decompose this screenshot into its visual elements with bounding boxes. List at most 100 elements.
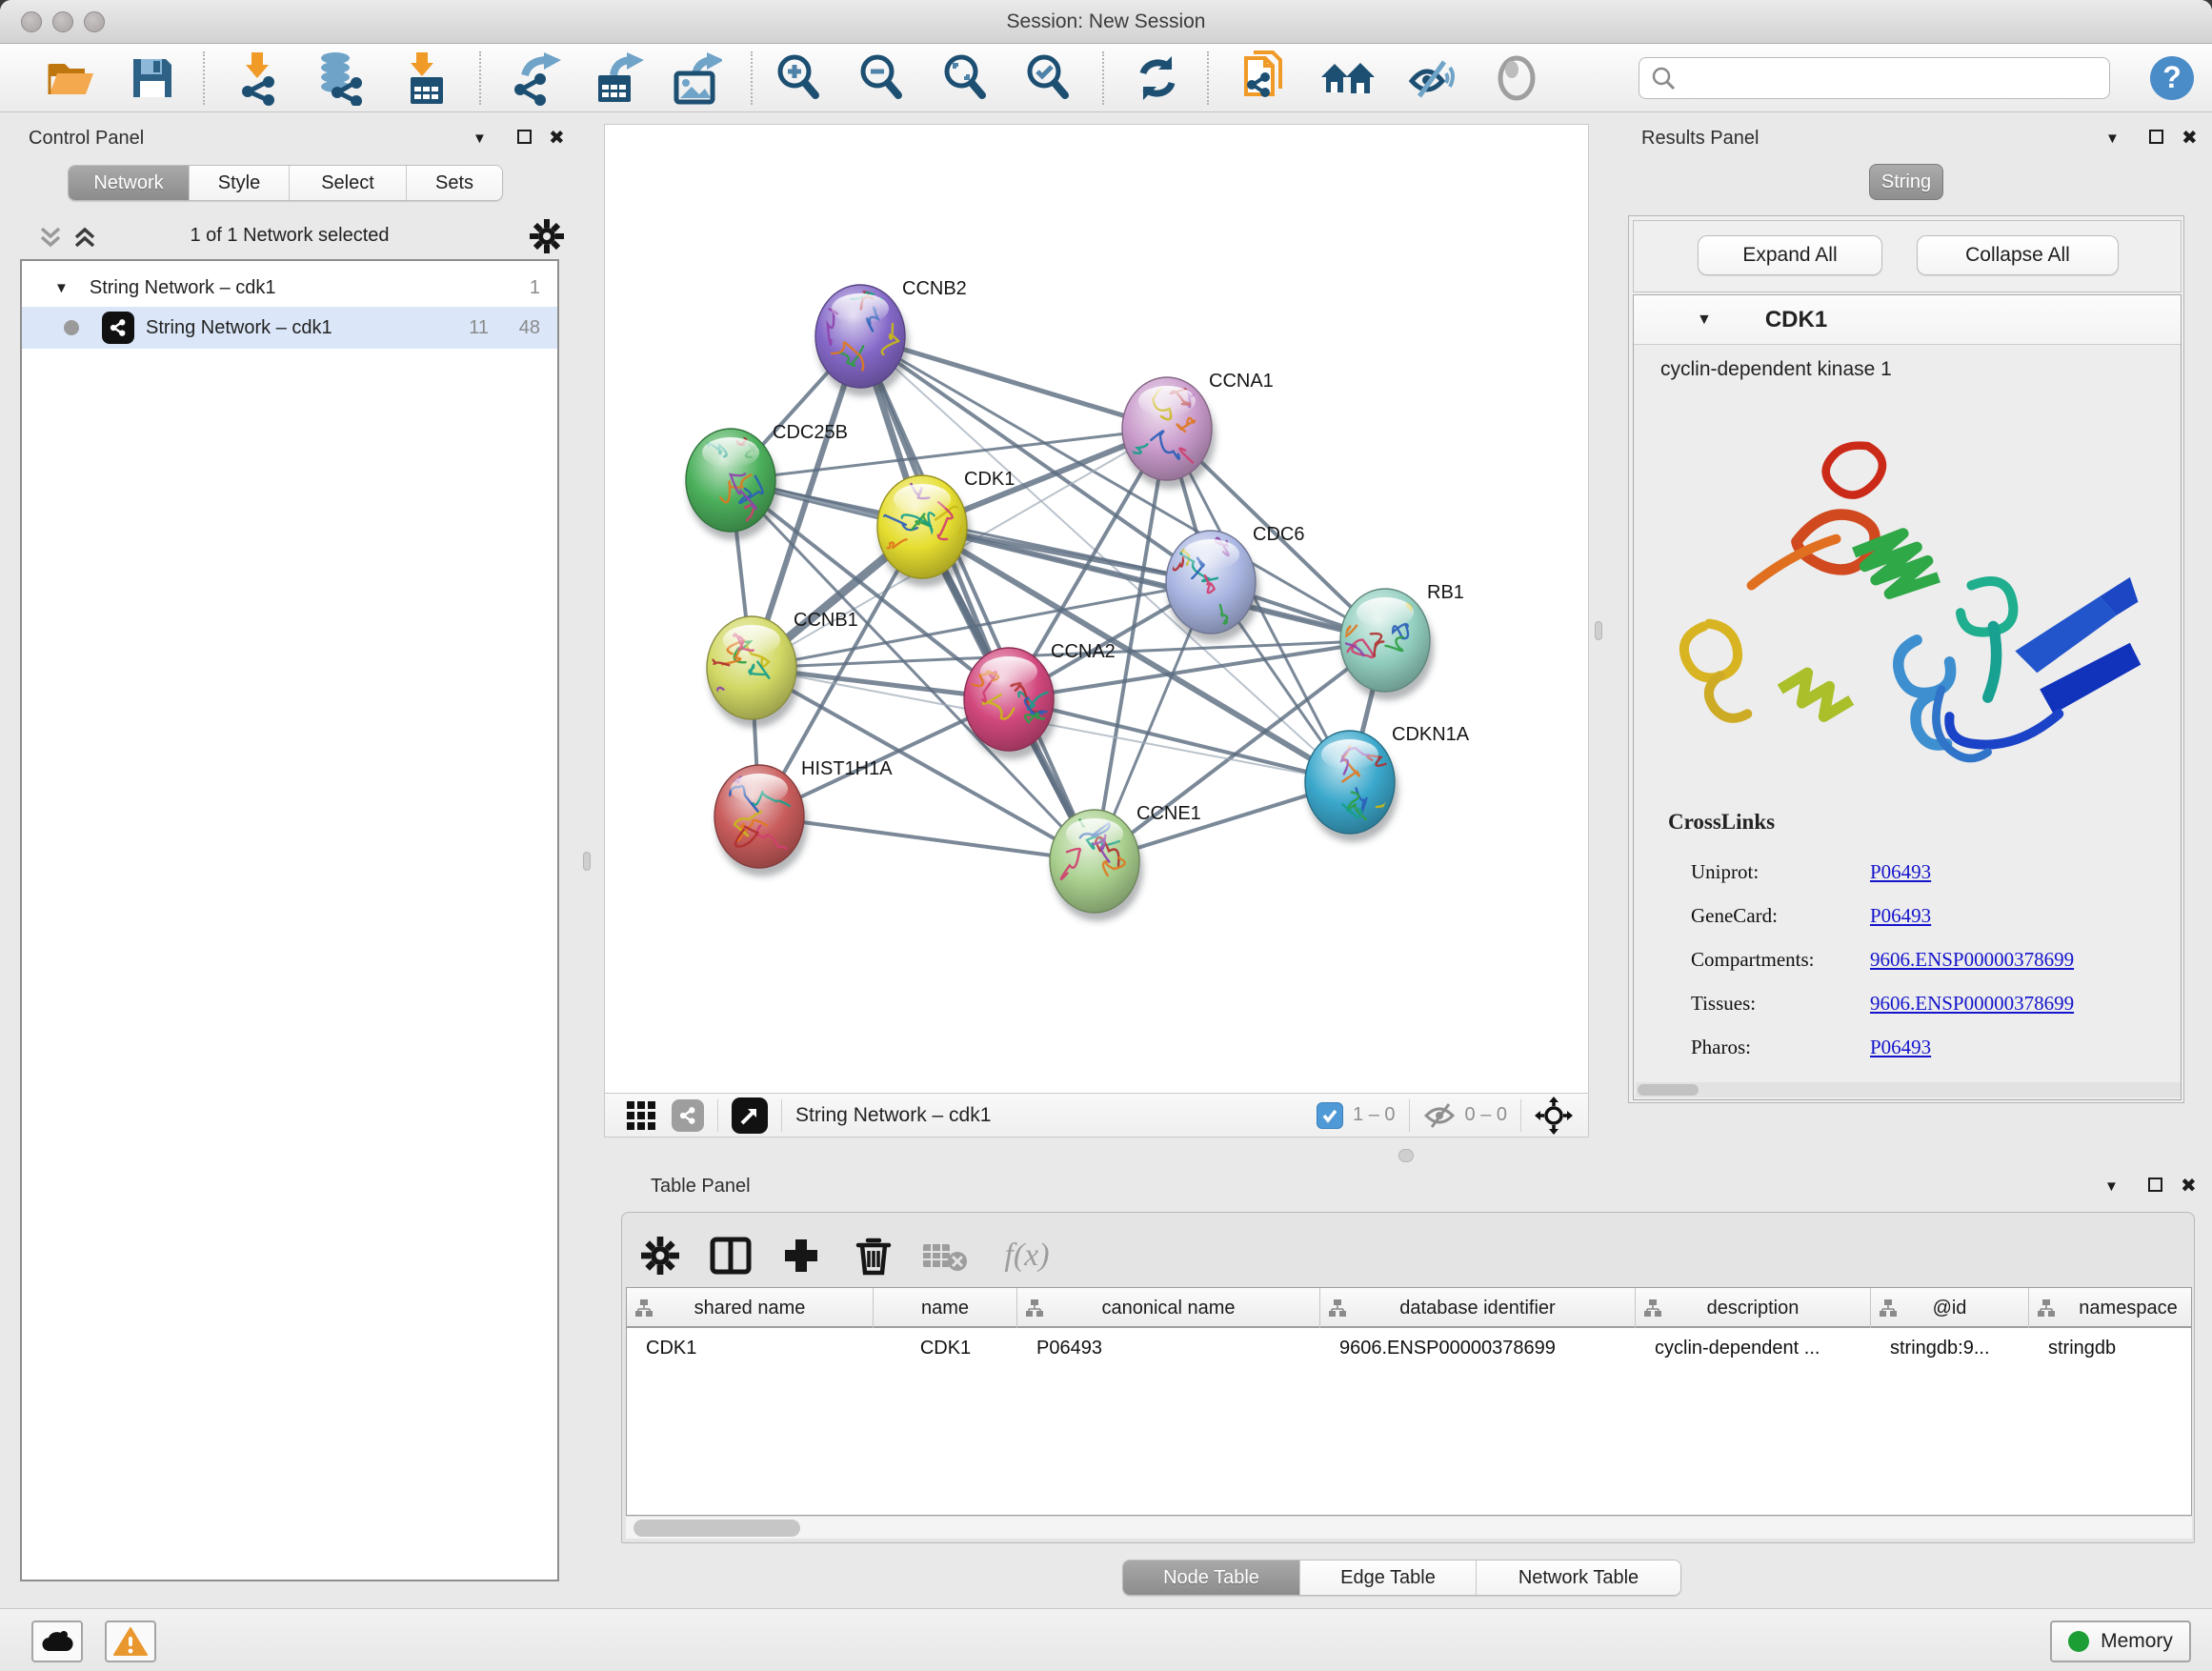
crosslink-link[interactable]: P06493 — [1870, 860, 1931, 884]
split-view-icon[interactable] — [702, 1228, 759, 1283]
column-header[interactable]: name — [874, 1288, 1017, 1328]
network-edge-CCNA2-CDKN1A[interactable] — [1009, 699, 1350, 782]
refresh-view-icon[interactable] — [1129, 50, 1186, 107]
memory-button[interactable]: Memory — [2050, 1621, 2191, 1662]
fit-crosshair-icon[interactable] — [1535, 1097, 1573, 1135]
node-label: CDC6 — [1253, 524, 1304, 545]
crosslink-link[interactable]: 9606.ENSP00000378699 — [1870, 992, 2074, 1016]
crosslink-row: Uniprot:P06493 — [1691, 850, 2167, 894]
zoom-fit-icon[interactable] — [936, 50, 994, 107]
column-header[interactable]: shared name — [627, 1288, 874, 1328]
tab-node-table[interactable]: Node Table — [1123, 1560, 1299, 1595]
tab-edge-table[interactable]: Edge Table — [1299, 1560, 1476, 1595]
expand-all-button[interactable]: Expand All — [1698, 235, 1882, 275]
delete-table-disabled-icon[interactable] — [915, 1228, 973, 1283]
crosslink-row: Compartments:9606.ENSP00000378699 — [1691, 937, 2167, 981]
network-collection-label: String Network – cdk1 — [90, 277, 276, 299]
network-edge-HIST1H1A-CCNE1[interactable] — [759, 816, 1095, 861]
export-network-icon[interactable] — [510, 50, 567, 107]
zoom-in-icon[interactable] — [770, 50, 827, 107]
column-header[interactable]: description — [1636, 1288, 1871, 1328]
documents-share-icon[interactable] — [1236, 50, 1293, 107]
application-window: Session: New Session — [0, 0, 2212, 1671]
import-table-icon[interactable] — [397, 50, 454, 107]
network-edge-CCNB2-CCNE1[interactable] — [860, 336, 1095, 861]
table-hscrollbar[interactable] — [626, 1516, 2192, 1539]
network-row-selected[interactable]: String Network – cdk1 11 48 — [22, 307, 557, 349]
panel-float-icon[interactable] — [2148, 1178, 2162, 1192]
tab-string[interactable]: String — [1869, 164, 1943, 200]
tab-network-table[interactable]: Network Table — [1476, 1560, 1680, 1595]
help-icon[interactable]: ? — [2143, 50, 2201, 107]
node-label: HIST1H1A — [801, 758, 893, 779]
crosslink-label: Tissues: — [1691, 992, 1870, 1016]
column-header[interactable]: @id — [1871, 1288, 2029, 1328]
import-network-icon[interactable] — [229, 50, 286, 107]
node-label: CCNA1 — [1209, 371, 1274, 392]
search-field[interactable] — [1639, 57, 2110, 99]
tab-style[interactable]: Style — [189, 166, 289, 200]
section-expander-icon[interactable]: ▼ — [1697, 312, 1712, 329]
grid-mode-icon[interactable] — [626, 1100, 656, 1131]
delete-icon[interactable] — [845, 1228, 902, 1283]
crosslink-label: GeneCard: — [1691, 904, 1870, 928]
hide-selected-eye-icon[interactable] — [1403, 50, 1460, 107]
gene-name: CDK1 — [1765, 307, 1827, 333]
show-eye-disabled-icon[interactable] — [1488, 50, 1545, 107]
panel-float-icon[interactable] — [2149, 130, 2163, 144]
open-session-icon[interactable] — [43, 50, 100, 107]
zoom-selected-icon[interactable] — [1019, 50, 1076, 107]
panel-menu-icon[interactable]: ▼ — [473, 131, 487, 146]
tab-sets[interactable]: Sets — [406, 166, 502, 200]
add-column-icon[interactable] — [773, 1228, 830, 1283]
selected-checkbox-icon[interactable] — [1317, 1102, 1343, 1129]
crosslink-link[interactable]: P06493 — [1870, 1036, 1931, 1059]
export-image-icon[interactable] — [667, 50, 724, 107]
panel-close-icon[interactable]: ✖ — [2182, 129, 2198, 148]
search-input[interactable] — [1676, 67, 2076, 90]
gear-icon[interactable] — [530, 219, 564, 253]
cloud-button[interactable] — [31, 1621, 83, 1662]
export-table-icon[interactable] — [589, 50, 646, 107]
panel-float-icon[interactable] — [517, 130, 532, 144]
crosslink-link[interactable]: P06493 — [1870, 904, 1931, 928]
column-header[interactable]: database identifier — [1320, 1288, 1636, 1328]
import-database-icon[interactable] — [312, 50, 369, 107]
panel-close-icon[interactable]: ✖ — [2181, 1177, 2197, 1196]
results-hscrollbar[interactable] — [1636, 1082, 2181, 1097]
tree-expander-icon[interactable]: ▼ — [54, 280, 69, 296]
column-header[interactable]: namespace — [2029, 1288, 2192, 1328]
network-canvas[interactable]: CCNB2CCNA1CDC25BCDK1CDC6RB1CCNB1CCNA2CDK… — [604, 124, 1589, 1094]
cell-name: CDK1 — [874, 1330, 1017, 1366]
table-row[interactable]: CDK1 CDK1 P06493 9606.ENSP00000378699 cy… — [627, 1330, 2192, 1366]
collapse-all-button[interactable]: Collapse All — [1917, 235, 2119, 275]
share-mode-icon[interactable] — [672, 1099, 704, 1132]
node-label: CCNA2 — [1051, 641, 1116, 662]
column-header[interactable]: canonical name — [1017, 1288, 1320, 1328]
results-outer-box: Expand All Collapse All ▼ CDK1 cyclin-de… — [1628, 215, 2184, 1103]
tab-select[interactable]: Select — [289, 166, 406, 200]
panel-menu-icon[interactable]: ▼ — [2105, 131, 2120, 146]
function-builder-disabled-icon[interactable]: f(x) — [986, 1228, 1068, 1283]
zoom-out-icon[interactable] — [853, 50, 910, 107]
panel-close-icon[interactable]: ✖ — [549, 129, 565, 148]
cdk1-section-header[interactable]: ▼ CDK1 — [1634, 295, 2181, 345]
results-panel: Results Panel ▼ ✖ String Expand All Coll… — [1610, 122, 2202, 1132]
tab-network[interactable]: Network — [69, 166, 189, 200]
hidden-eye-icon[interactable] — [1423, 1102, 1456, 1129]
home-icon[interactable] — [1319, 50, 1377, 107]
birdseye-view-icon[interactable] — [732, 1097, 768, 1134]
panel-menu-icon[interactable]: ▼ — [2104, 1179, 2119, 1194]
gene-description: cyclin-dependent kinase 1 — [1660, 358, 2181, 381]
scrollbar-thumb[interactable] — [633, 1520, 800, 1537]
splitter-handle[interactable] — [1595, 621, 1602, 640]
network-collection-row[interactable]: ▼ String Network – cdk1 1 — [22, 269, 557, 307]
table-gear-icon[interactable] — [632, 1228, 689, 1283]
save-session-icon[interactable] — [124, 50, 181, 107]
scrollbar-thumb[interactable] — [1638, 1084, 1699, 1096]
cell-id: stringdb:9... — [1871, 1330, 2029, 1366]
splitter-handle[interactable] — [1398, 1149, 1414, 1162]
crosslink-link[interactable]: 9606.ENSP00000378699 — [1870, 948, 2074, 972]
warning-button[interactable] — [105, 1621, 156, 1662]
splitter-handle[interactable] — [583, 852, 591, 871]
